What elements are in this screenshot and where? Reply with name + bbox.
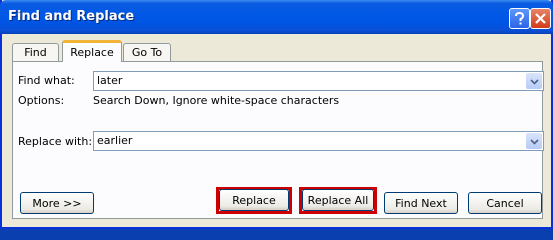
find-replace-dialog: Find and Replace Find Replace Go To Find…: [0, 0, 553, 229]
options-label: Options:: [18, 94, 65, 107]
tab-label: Go To: [131, 46, 163, 59]
replace-button-label: Replace: [232, 193, 276, 207]
replace-dropdown-button[interactable]: [526, 133, 542, 149]
find-next-button[interactable]: Find Next: [384, 192, 458, 214]
options-value: Search Down, Ignore white-space characte…: [93, 94, 340, 107]
replace-all-button[interactable]: Replace All: [302, 189, 374, 211]
find-what-combo[interactable]: later: [93, 71, 544, 91]
more-button-label: More >>: [32, 196, 82, 210]
cancel-button-label: Cancel: [486, 196, 524, 210]
cancel-button[interactable]: Cancel: [468, 192, 542, 214]
more-button[interactable]: More >>: [20, 192, 94, 214]
find-dropdown-button[interactable]: [526, 73, 542, 89]
replace-with-combo[interactable]: earlier: [93, 131, 544, 151]
find-what-label: Find what:: [18, 74, 75, 87]
find-next-button-label: Find Next: [395, 196, 447, 210]
chevron-down-icon: [529, 75, 539, 88]
help-icon: [514, 12, 525, 25]
chevron-down-icon: [529, 135, 539, 148]
replace-all-button-label: Replace All: [307, 193, 369, 207]
tab-find[interactable]: Find: [12, 43, 59, 61]
window-title: Find and Replace: [8, 9, 135, 24]
tab-label: Find: [24, 46, 47, 59]
help-button[interactable]: [509, 8, 530, 29]
replace-with-value: earlier: [97, 134, 133, 147]
find-what-value: later: [97, 74, 123, 87]
replace-with-label: Replace with:: [18, 135, 93, 148]
replace-button[interactable]: Replace: [219, 189, 289, 211]
tab-goto[interactable]: Go To: [123, 43, 171, 61]
tab-label: Replace: [70, 46, 114, 59]
close-button[interactable]: [530, 8, 551, 29]
tab-replace[interactable]: Replace: [62, 40, 122, 62]
title-bar[interactable]: Find and Replace: [0, 0, 553, 34]
close-icon: [535, 13, 546, 24]
replace-panel: Find what: later Options: Search Down, I…: [12, 61, 544, 219]
